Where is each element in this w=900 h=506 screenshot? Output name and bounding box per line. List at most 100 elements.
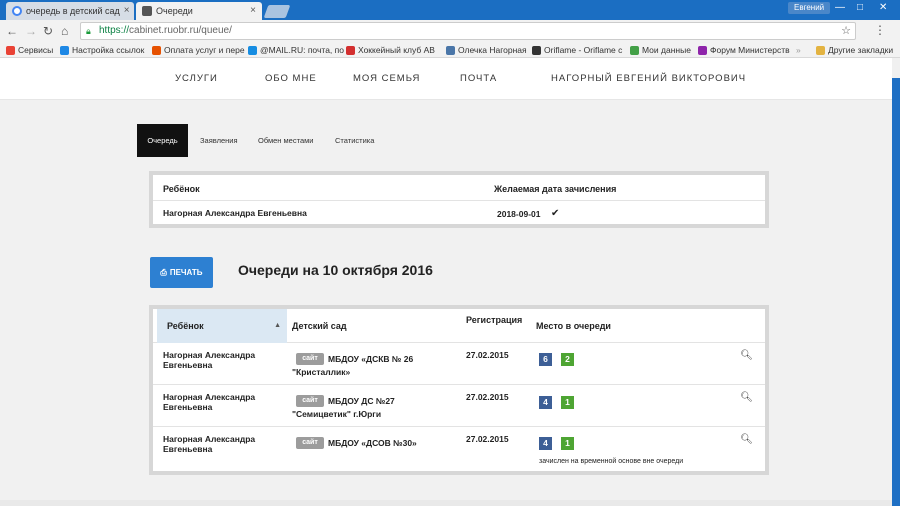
queue-position-general: 6 [539, 353, 552, 366]
bookmark-star-icon[interactable]: ☆ [841, 23, 851, 39]
minimize-icon[interactable]: — [835, 2, 845, 13]
bookmark-favicon-icon [532, 45, 541, 55]
print-button[interactable]: ⎙ ПЕЧАТЬ [150, 257, 213, 288]
header-queue-position[interactable]: Место в очереди [536, 309, 611, 343]
nav-about-me[interactable]: ОБО МНЕ [265, 73, 317, 84]
kindergarten-name[interactable]: МБДОУ «ДСОВ №30» [292, 437, 462, 450]
lock-icon: 🔒︎ [86, 26, 91, 36]
header-child-sortable[interactable]: Ребёнок ▲ [157, 309, 287, 343]
child-name: Нагорная Александра Евгеньевна [163, 350, 256, 370]
browser-menu-icon[interactable]: ⋮ [874, 23, 886, 37]
page-title: Очереди на 10 октября 2016 [238, 262, 433, 278]
maximize-icon[interactable]: □ [857, 2, 863, 13]
url-scheme: https:// [99, 25, 130, 36]
bookmark-item[interactable]: Мои данные [630, 44, 691, 56]
kindergarten-line-1: МБДОУ «ДСКВ № 26 [328, 354, 414, 364]
table-row: Нагорная Александра Евгеньевна 2018-09-0… [153, 201, 765, 225]
header-kindergarten[interactable]: Детский сад [292, 309, 347, 343]
kindergarten-name[interactable]: МБДОУ «ДСКВ № 26 "Кристаллик» [292, 353, 462, 379]
nav-mail[interactable]: ПОЧТА [460, 73, 497, 84]
browser-tab-search[interactable]: очередь в детский сад × [6, 2, 134, 20]
child-name: Нагорная Александра Евгеньевна [163, 208, 307, 218]
bookmark-label: Oriflame - Oriflame c [544, 45, 623, 55]
tab-queue[interactable]: Очередь [137, 124, 188, 157]
bookmark-label: Оплата услуг и пере [164, 45, 245, 55]
table-header: Ребёнок ▲ Детский сад Регистрация Место … [153, 309, 765, 343]
tab-exchange[interactable]: Обмен местами [258, 124, 313, 157]
bookmark-favicon-icon [6, 45, 15, 55]
google-icon [12, 6, 22, 16]
queue-table: Ребёнок ▲ Детский сад Регистрация Место … [149, 305, 769, 475]
bookmarks-bar: Сервисы Настройка ссылок Оплата услуг и пе… [0, 42, 900, 58]
child-name: Нагорная Александра Евгеньевна [163, 434, 256, 454]
sort-arrow-icon: ▲ [274, 322, 281, 329]
header-child: Ребёнок [167, 321, 204, 331]
registration-date: 27.02.2015 [466, 392, 509, 402]
other-bookmarks[interactable]: Другие закладки [816, 44, 893, 56]
address-bar[interactable]: 🔒︎ https://cabinet.ruobr.ru/queue/ ☆ [80, 22, 856, 40]
bookmark-label: Хоккейный клуб АВ [358, 45, 435, 55]
bookmark-label: Настройка ссылок [72, 45, 145, 55]
browser-tabstrip: очередь в детский сад × Очереди × Евгени… [0, 0, 900, 20]
bookmark-favicon-icon [346, 45, 355, 55]
registration-date: 27.02.2015 [466, 434, 509, 444]
queue-position-priority: 1 [561, 437, 574, 450]
bookmark-item[interactable]: @MAIL.RU: почта, по [248, 44, 344, 56]
bookmark-item[interactable]: Олечка Нагорная [446, 44, 527, 56]
browser-tab-queue[interactable]: Очереди × [136, 2, 262, 20]
search-icon[interactable]: 🔍︎ [740, 392, 753, 403]
desired-date: 2018-09-01 [497, 209, 541, 219]
profile-button[interactable]: Евгений [788, 2, 831, 14]
kindergarten-line-2: "Кристаллик» [292, 367, 351, 377]
folder-icon [816, 45, 825, 55]
reload-icon[interactable]: ↻ [43, 23, 53, 39]
registration-date: 27.02.2015 [466, 350, 509, 360]
url-path: cabinet.ruobr.ru/queue/ [129, 25, 232, 36]
bookmark-item[interactable]: Оплата услуг и пере [152, 44, 245, 56]
tab-applications[interactable]: Заявления [200, 124, 238, 157]
bookmark-label: @MAIL.RU: почта, по [260, 45, 344, 55]
site-header: УСЛУГИ ОБО МНЕ МОЯ СЕМЬЯ ПОЧТА НАГОРНЫЙ … [0, 58, 892, 100]
bookmark-item[interactable]: Настройка ссылок [60, 44, 144, 56]
window-close-icon[interactable]: ✕ [879, 2, 887, 13]
bookmarks-overflow-icon[interactable]: » [796, 44, 801, 56]
bookmark-item[interactable]: Oriflame - Oriflame c [532, 44, 622, 56]
nav-user-name[interactable]: НАГОРНЫЙ ЕВГЕНИЙ ВИКТОРОВИЧ [551, 73, 746, 84]
scrollbar-thumb[interactable] [892, 78, 900, 506]
queue-position-priority: 1 [561, 396, 574, 409]
bookmark-item[interactable]: Форум Министерств [698, 44, 790, 56]
print-label: ПЕЧАТЬ [169, 268, 203, 277]
search-icon[interactable]: 🔍︎ [740, 350, 753, 361]
back-arrow-icon[interactable]: ← [6, 23, 18, 39]
table-row: Нагорная Александра Евгеньевна сайт МБДО… [153, 343, 765, 385]
other-bookmarks-label: Другие закладки [828, 45, 894, 55]
page-bottom-strip [0, 500, 892, 506]
bookmark-item[interactable]: Хоккейный клуб АВ [346, 44, 435, 56]
kindergarten-line-1: МБДОУ ДС №27 [328, 396, 395, 406]
close-icon[interactable]: × [250, 2, 256, 20]
queue-position-priority: 2 [561, 353, 574, 366]
close-icon[interactable]: × [124, 2, 130, 20]
printer-icon: ⎙ [160, 267, 167, 277]
bookmark-label: Форум Министерств [710, 45, 790, 55]
kindergarten-name[interactable]: МБДОУ ДС №27 "Семицветик" г.Юрги [292, 395, 462, 421]
bookmark-item[interactable]: Сервисы [6, 44, 53, 56]
desired-date-table: Ребёнок Желаемая дата зачисления Нагорна… [149, 171, 769, 228]
forward-arrow-icon[interactable]: → [25, 23, 37, 39]
enrollment-note: зачислен на временной основе вне очереди [539, 458, 684, 465]
search-icon[interactable]: 🔍︎ [740, 434, 753, 445]
queue-position-general: 4 [539, 437, 552, 450]
nav-my-family[interactable]: МОЯ СЕМЬЯ [353, 73, 420, 84]
table-row: Нагорная Александра Евгеньевна сайт МБДО… [153, 427, 765, 471]
bookmark-favicon-icon [60, 45, 69, 55]
kindergarten-line-1: МБДОУ «ДСОВ №30» [328, 438, 417, 448]
header-registration[interactable]: Регистрация [466, 303, 522, 337]
header-desired-date: Желаемая дата зачисления [494, 184, 617, 194]
bookmark-label: Олечка Нагорная [458, 45, 527, 55]
child-name: Нагорная Александра Евгеньевна [163, 392, 256, 412]
home-icon[interactable]: ⌂ [61, 23, 68, 39]
nav-services[interactable]: УСЛУГИ [175, 73, 218, 84]
new-tab-button[interactable] [263, 5, 291, 18]
tab-statistics[interactable]: Статистика [335, 124, 374, 157]
header-child: Ребёнок [163, 184, 200, 194]
